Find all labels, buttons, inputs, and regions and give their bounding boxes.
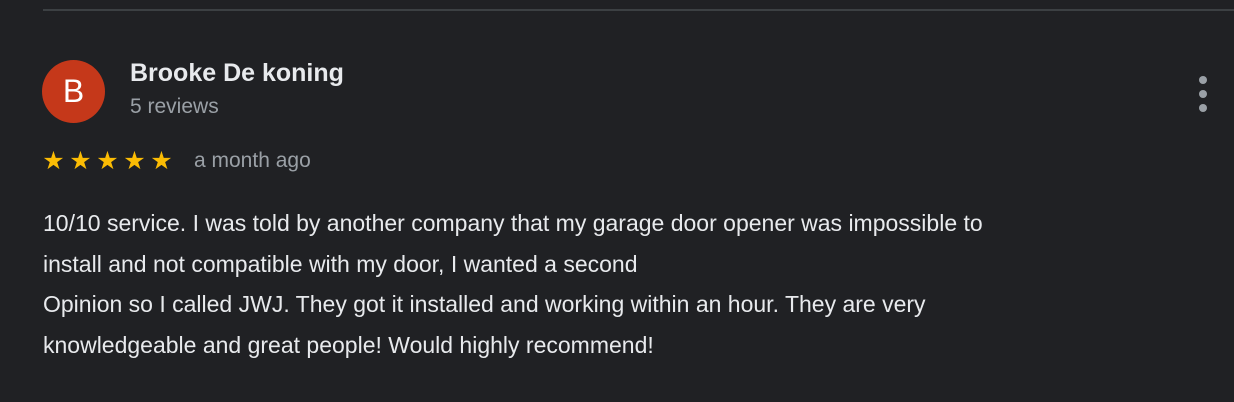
review-text-line: install and not compatible with my door,… (43, 250, 638, 277)
star-rating: ★ ★ ★ ★ ★ (41, 147, 174, 175)
review-count[interactable]: 5 reviews (130, 95, 219, 119)
review-card: B Brooke De koning 5 reviews ★ ★ ★ ★ ★ a mon… (0, 11, 1234, 402)
review-date: a month ago (194, 149, 311, 172)
star-icon: ★ (150, 146, 173, 175)
review-text-line: knowledgeable and great people! Would hi… (43, 331, 654, 358)
star-icon: ★ (96, 146, 119, 175)
star-icon: ★ (69, 146, 92, 175)
star-icon: ★ (42, 146, 65, 175)
review-text-line: 10/10 service. I was told by another com… (43, 210, 983, 236)
more-vert-icon (1199, 76, 1207, 84)
review-text-line: Opinion so I called JWJ. They got it ins… (43, 291, 926, 317)
more-vert-icon-dot (1199, 90, 1207, 98)
more-options-button[interactable] (1188, 72, 1220, 116)
star-icon: ★ (123, 146, 146, 175)
review-text: 10/10 service. I was told by another com… (43, 203, 1218, 365)
author-name[interactable]: Brooke De koning (130, 59, 344, 88)
more-vert-icon-dot (1199, 104, 1207, 112)
avatar[interactable]: B (42, 60, 105, 123)
